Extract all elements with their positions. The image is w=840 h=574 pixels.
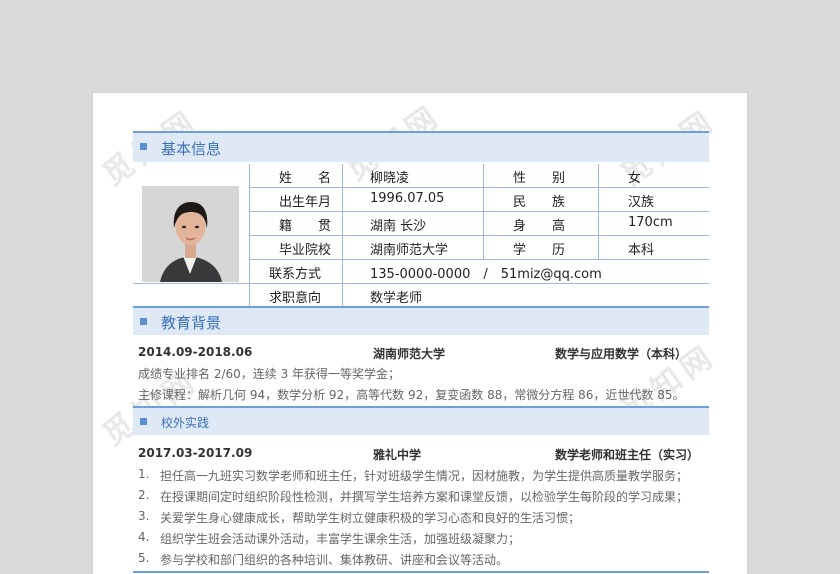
table-rule — [249, 259, 709, 260]
education-date: 2014.09-2018.06 — [138, 345, 253, 359]
practice-item-number: 5. — [138, 551, 150, 565]
table-rule — [483, 164, 484, 259]
person-portrait-icon — [142, 186, 239, 282]
education-major: 数学与应用数学（本科） — [555, 347, 688, 361]
section-header-basic: 基本信息 — [133, 131, 709, 162]
value-degree: 本科 — [628, 243, 655, 258]
practice-role: 数学老师和班主任（实习） — [555, 448, 700, 462]
practice-item: 在授课期间定时组织阶段性检测，并撰写学生培养方案和课堂反馈，以检验学生每阶段的学… — [160, 490, 689, 504]
label-intent: 求职意向 — [269, 291, 322, 306]
value-school: 湖南师范大学 — [370, 243, 449, 258]
label-hometown: 籍 贯 — [279, 219, 332, 234]
education-school: 湖南师范大学 — [373, 347, 446, 361]
practice-item: 关爱学生身心健康成长，帮助学生树立健康积极的学习心态和良好的生活习惯； — [160, 511, 581, 525]
table-rule — [249, 235, 709, 236]
label-contact: 联系方式 — [269, 267, 322, 282]
education-ranking: 成绩专业排名 2/60，连续 3 年获得一等奖学金； — [138, 367, 401, 381]
value-intent: 数学老师 — [370, 291, 423, 306]
value-gender: 女 — [628, 171, 642, 186]
table-rule — [249, 187, 709, 188]
table-rule — [249, 211, 709, 212]
education-courses: 主修课程：解析几何 94，数学分析 92，高等代数 92，复变函数 88，常微分… — [138, 388, 685, 402]
value-name: 柳晓凌 — [370, 171, 410, 186]
section-marker-icon — [140, 143, 147, 150]
practice-date: 2017.03-2017.09 — [138, 446, 253, 460]
practice-item-number: 2. — [138, 488, 150, 502]
value-birth: 1996.07.05 — [370, 191, 445, 206]
value-contact: 135-0000-0000 / 51miz@qq.com — [370, 267, 602, 282]
section-header-education: 教育背景 — [133, 306, 709, 335]
basic-info-table: 姓 名 柳晓凌 性 别 女 出生年月 1996.07.05 民 族 汉族 籍 贯… — [133, 164, 709, 307]
label-school: 毕业院校 — [279, 243, 332, 258]
value-ethnicity: 汉族 — [628, 195, 655, 210]
practice-item-number: 4. — [138, 530, 150, 544]
section-title: 校外实践 — [161, 416, 210, 430]
section-marker-icon — [140, 418, 147, 425]
section-marker-icon — [140, 318, 147, 325]
label-birth: 出生年月 — [279, 195, 332, 210]
section-header-practice: 校外实践 — [133, 406, 709, 435]
table-rule — [598, 164, 599, 259]
section-title: 基本信息 — [161, 140, 222, 158]
value-hometown: 湖南 长沙 — [370, 219, 427, 234]
practice-item: 参与学校和部门组织的各种培训、集体教研、讲座和会议等活动。 — [160, 553, 509, 567]
practice-item: 组织学生班会活动课外活动，丰富学生课余生活，加强班级凝聚力； — [160, 532, 521, 546]
practice-item: 担任高一九班实习数学老师和班主任，针对班级学生情况，因材施教，为学生提供高质量教… — [160, 469, 689, 483]
label-height: 身 高 — [513, 219, 566, 234]
label-name: 姓 名 — [279, 171, 332, 186]
bottom-rule — [133, 571, 709, 573]
section-title: 教育背景 — [161, 314, 222, 332]
label-gender: 性 别 — [513, 171, 566, 186]
practice-item-number: 3. — [138, 509, 150, 523]
practice-item-number: 1. — [138, 467, 150, 481]
practice-org: 雅礼中学 — [373, 448, 422, 462]
profile-photo — [142, 186, 239, 282]
label-degree: 学 历 — [513, 243, 566, 258]
table-rule — [342, 164, 343, 307]
resume-page: 觅知网 觅知网 觅知网 觅知网 觅知网 基本信息 — [93, 93, 747, 574]
table-rule — [133, 283, 709, 284]
table-rule — [249, 164, 250, 307]
value-height: 170cm — [628, 215, 673, 230]
label-ethnicity: 民 族 — [513, 195, 566, 210]
